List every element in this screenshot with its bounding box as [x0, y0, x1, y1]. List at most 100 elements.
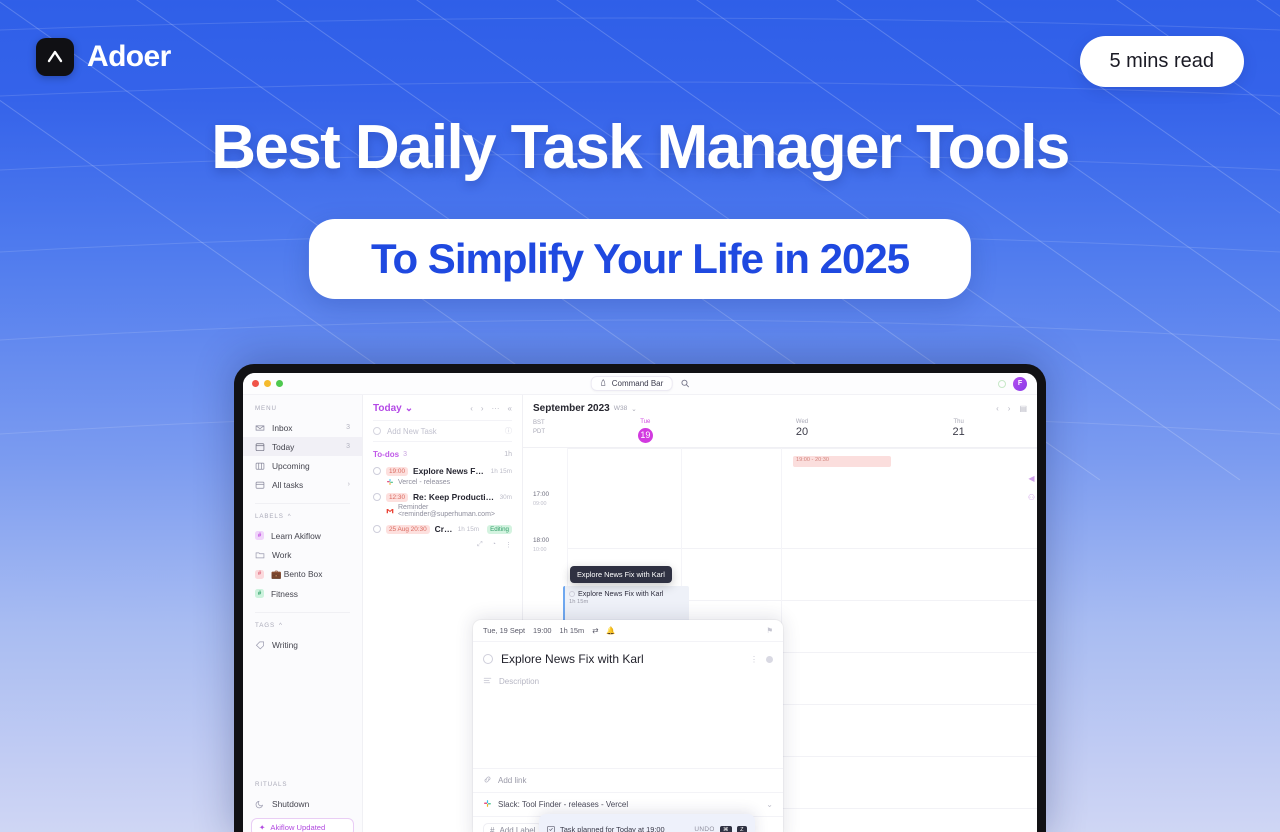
gmail-icon: [386, 507, 394, 515]
folder-icon: [255, 550, 265, 560]
sidebar-item-fitness[interactable]: # Fitness: [243, 584, 362, 603]
add-link-label: Add link: [498, 776, 527, 785]
task-panel-actions[interactable]: ‹ › ··· «: [470, 404, 512, 413]
window-traffic-lights[interactable]: [252, 380, 283, 387]
command-bar-button[interactable]: Command Bar: [590, 376, 673, 391]
akiflow-updated-badge[interactable]: ✦ Akiflow Updated: [251, 818, 354, 832]
next-week-button[interactable]: ›: [1008, 404, 1011, 413]
task-row[interactable]: 19:00 Explore News Fix with Karl 1h 15m …: [363, 463, 522, 489]
search-icon[interactable]: [680, 375, 689, 393]
sidebar-section-tags[interactable]: TAGS ^: [243, 622, 362, 629]
more-options-icon[interactable]: ···: [492, 404, 500, 413]
sidebar-item-all-tasks[interactable]: All tasks ›: [243, 475, 362, 494]
task-row[interactable]: 25 Aug 20:30 Create Akiflow review 1h 15…: [363, 521, 522, 537]
command-bar-label: Command Bar: [611, 379, 664, 388]
flag-icon[interactable]: ⚑: [766, 626, 773, 635]
rocket-icon: [600, 379, 607, 388]
expand-icon[interactable]: ⤢: [477, 541, 483, 549]
prev-day-button[interactable]: ‹: [470, 404, 473, 413]
slack-icon: [386, 478, 394, 486]
add-label-chip[interactable]: # Add Label: [483, 823, 543, 832]
akiflow-updated-label: Akiflow Updated: [270, 823, 326, 832]
attachment-row[interactable]: Slack: Tool Finder - releases - Vercel ⌄: [473, 792, 783, 816]
more-vertical-icon[interactable]: ⋮: [750, 655, 758, 664]
task-panel-title-group[interactable]: Today ⌄: [373, 403, 413, 414]
next-day-button[interactable]: ›: [481, 404, 484, 413]
task-group-label: To-dos: [373, 450, 400, 459]
avatar-dot[interactable]: [766, 655, 773, 663]
titlebar-right-group[interactable]: F: [998, 376, 1027, 391]
sidebar-section-labels[interactable]: LABELS ^: [243, 513, 362, 520]
status-ring-icon: [998, 379, 1006, 388]
task-detail-actions[interactable]: ⋮: [750, 655, 773, 664]
moon-icon: [255, 799, 265, 809]
chevron-down-icon[interactable]: ⌄: [766, 800, 773, 809]
inbox-icon: [255, 423, 265, 433]
sidebar-item-today[interactable]: Today 3: [243, 437, 362, 456]
chevron-down-icon[interactable]: ⌄: [631, 405, 637, 413]
toast-notification[interactable]: Task planned for Today at 19:00 UNDO ⌘ Z: [539, 814, 755, 832]
people-icon[interactable]: ⚇: [1028, 493, 1035, 502]
sidebar-item-work[interactable]: Work: [243, 545, 362, 564]
task-detail-duration[interactable]: 1h 15m: [560, 626, 585, 635]
sidebar-item-bento-box[interactable]: # 💼 Bento Box: [243, 564, 362, 584]
calendar-event-checkbox[interactable]: [569, 590, 575, 597]
task-row-hover-actions[interactable]: ⤢ ◔ ⋮: [363, 537, 522, 553]
sidebar-item-shutdown[interactable]: Shutdown: [243, 794, 362, 813]
brand-logo[interactable]: Adoer: [36, 38, 171, 76]
task-detail-date[interactable]: Tue, 19 Sept: [483, 626, 525, 635]
task-checkbox[interactable]: [373, 467, 381, 475]
collapse-panel-button[interactable]: «: [508, 404, 512, 413]
calendar-event-pink[interactable]: 19:00 - 20:30: [793, 456, 891, 467]
info-icon[interactable]: ⓘ: [505, 426, 512, 436]
timezone-secondary: PDT: [533, 429, 545, 435]
task-row-source: Vercel - releases: [373, 478, 512, 486]
task-detail-description-row[interactable]: Description: [473, 670, 783, 693]
task-list-panel: Today ⌄ ‹ › ··· « Add New Task ⓘ To-dos …: [363, 395, 783, 832]
chevron-right-icon: ›: [347, 481, 350, 488]
sidebar-item-writing[interactable]: Writing: [243, 635, 362, 654]
sidebar-section-tags-label: TAGS: [255, 622, 275, 629]
minimize-window-button[interactable]: [264, 380, 271, 387]
chevron-down-icon[interactable]: ⌄: [405, 403, 413, 414]
calendar-day-header-thu[interactable]: Thu 21: [880, 419, 1037, 443]
add-task-input[interactable]: Add New Task: [387, 427, 437, 436]
more-vertical-icon[interactable]: ⋮: [505, 541, 512, 549]
calendar-hour-label: 17:00 09:00: [533, 491, 549, 507]
calendar-day-header-tue[interactable]: Tue 19: [567, 419, 724, 443]
hash-icon: #: [490, 826, 495, 832]
command-bar-group[interactable]: Command Bar: [590, 375, 690, 393]
task-group-header: To-dos 3 1h: [363, 442, 522, 463]
task-checkbox[interactable]: [373, 493, 381, 501]
task-checkbox[interactable]: [373, 525, 381, 533]
sidebar-item-upcoming[interactable]: Upcoming: [243, 456, 362, 475]
task-group-duration: 1h: [504, 451, 512, 458]
task-detail-meta: Tue, 19 Sept 19:00 1h 15m ⇄ 🔔 ⚑: [473, 620, 783, 642]
calendar-day-header-wed[interactable]: Wed 20: [724, 419, 881, 443]
chevron-up-icon[interactable]: ^: [279, 622, 283, 629]
sidebar-item-inbox[interactable]: Inbox 3: [243, 418, 362, 437]
add-task-row[interactable]: Add New Task ⓘ: [373, 420, 512, 442]
calendar-view-icon[interactable]: ▤: [1019, 404, 1027, 413]
bell-icon[interactable]: 🔔: [606, 626, 615, 635]
task-status-badge: Editing: [487, 524, 512, 534]
avatar[interactable]: F: [1013, 376, 1027, 391]
task-detail-checkbox[interactable]: [483, 654, 493, 664]
sidebar-item-learn-akiflow[interactable]: # Learn Akiflow: [243, 526, 362, 545]
collapse-right-icon[interactable]: ◀: [1028, 474, 1034, 483]
task-title: Re: Keep Productive - Riverside.fm Pote …: [413, 492, 495, 502]
add-link-row[interactable]: Add link: [473, 768, 783, 792]
maximize-window-button[interactable]: [276, 380, 283, 387]
close-window-button[interactable]: [252, 380, 259, 387]
task-detail-time[interactable]: 19:00: [533, 626, 552, 635]
repeat-icon[interactable]: ⇄: [592, 626, 598, 635]
task-row[interactable]: 12:30 Re: Keep Productive - Riverside.fm…: [363, 489, 522, 521]
calendar-side-rail[interactable]: ◀ ⚇: [1028, 474, 1035, 502]
sidebar: MENU Inbox 3 Today 3 Upcoming All tasks …: [243, 395, 363, 832]
task-detail-title-row: Explore News Fix with Karl ⋮: [473, 642, 783, 670]
chevron-up-icon[interactable]: ^: [288, 513, 292, 520]
prev-week-button[interactable]: ‹: [996, 404, 999, 413]
snooze-clock-icon[interactable]: ◔: [492, 541, 496, 549]
toast-undo-button[interactable]: UNDO ⌘ Z: [694, 825, 747, 832]
calendar-actions[interactable]: ‹ › ▤: [996, 404, 1027, 413]
